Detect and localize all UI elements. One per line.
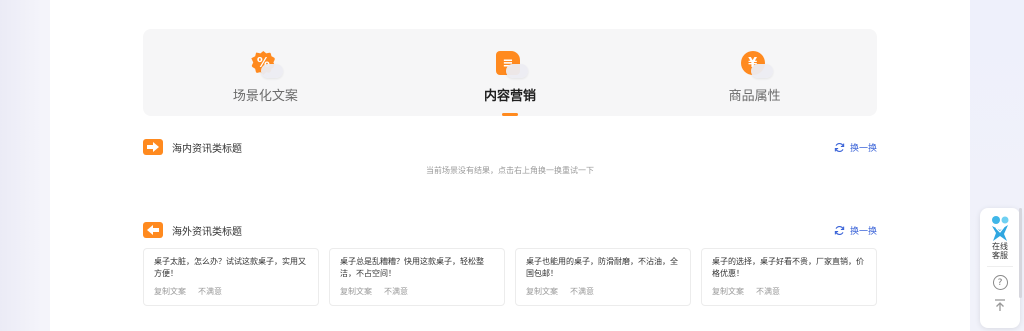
- refresh-icon: [834, 225, 845, 235]
- online-service-button[interactable]: 在线客服: [987, 214, 1013, 260]
- copy-card: 桌子的选择，桌子好看不贵，厂家直销，价格优惠！ 复制文案 不满意: [701, 248, 877, 306]
- copy-text-button[interactable]: 复制文案: [526, 286, 558, 297]
- refresh-icon: [834, 142, 845, 152]
- copy-text-button[interactable]: 复制文案: [340, 286, 372, 297]
- help-icon[interactable]: ?: [992, 275, 1008, 290]
- arrow-right-icon: [143, 139, 163, 155]
- tab-label: 场景化文案: [232, 89, 298, 104]
- arrow-left-icon: [143, 222, 163, 238]
- copy-card-list: 桌子太脏，怎么办？试试这款桌子，实用又方便！ 复制文案 不满意 桌子总是乱糟糟？…: [143, 248, 877, 306]
- dislike-button[interactable]: 不满意: [384, 286, 408, 297]
- copy-card: 桌子太脏，怎么办？试试这款桌子，实用又方便！ 复制文案 不满意: [143, 248, 319, 306]
- card-text: 桌子的选择，桌子好看不贵，厂家直销，价格优惠！: [712, 257, 864, 278]
- domestic-section-header: 海内资讯类标题 换一换: [143, 137, 877, 157]
- card-text: 桌子也能用的桌子，防滑耐磨，不沾油，全国包邮！: [526, 257, 678, 278]
- percent-badge-icon: %: [247, 48, 284, 82]
- empty-result-message: 当前场景没有结果，点击右上角换一换重试一下: [426, 166, 594, 175]
- card-text: 桌子太脏，怎么办？试试这款桌子，实用又方便！: [154, 257, 306, 278]
- refresh-label: 换一换: [849, 143, 877, 154]
- tab-label: 商品属性: [728, 89, 781, 104]
- refresh-button[interactable]: 换一换: [834, 141, 877, 154]
- section-title: 海内资讯类标题: [172, 143, 242, 155]
- yuan-coin-icon: ¥: [737, 48, 773, 82]
- copy-text-button[interactable]: 复制文案: [154, 286, 186, 297]
- refresh-label: 换一换: [849, 226, 877, 237]
- copy-text-button[interactable]: 复制文案: [712, 286, 744, 297]
- customer-service-icon: [992, 216, 1009, 241]
- refresh-button[interactable]: 换一换: [834, 224, 877, 237]
- active-tab-indicator: [502, 113, 518, 116]
- card-text: 桌子总是乱糟糟？快用这款桌子，轻松整洁，不占空间！: [340, 257, 484, 278]
- dislike-button[interactable]: 不满意: [198, 286, 222, 297]
- category-tabs: % 场景化文案 ≡ 内容营销 ¥ 商品属性: [143, 29, 877, 116]
- tab-label: 内容营销: [484, 89, 537, 104]
- scrollbar-thumb[interactable]: [1019, 208, 1022, 298]
- dislike-button[interactable]: 不满意: [570, 286, 594, 297]
- section-title: 海外资讯类标题: [172, 226, 242, 238]
- overseas-section-header: 海外资讯类标题 换一换: [143, 220, 877, 240]
- copy-card: 桌子总是乱糟糟？快用这款桌子，轻松整洁，不占空间！ 复制文案 不满意: [329, 248, 505, 306]
- divider: [987, 266, 1013, 267]
- tab-scene-copy[interactable]: % 场景化文案: [143, 29, 388, 116]
- back-to-top-icon[interactable]: [993, 298, 1007, 312]
- dislike-button[interactable]: 不满意: [756, 286, 780, 297]
- document-edit-icon: ≡: [492, 48, 528, 82]
- online-service-label: 在线客服: [992, 242, 1008, 260]
- floating-service-widget: 在线客服 ?: [980, 208, 1020, 328]
- tab-content-marketing[interactable]: ≡ 内容营销: [388, 29, 633, 116]
- copy-card: 桌子也能用的桌子，防滑耐磨，不沾油，全国包邮！ 复制文案 不满意: [515, 248, 691, 306]
- tab-product-attributes[interactable]: ¥ 商品属性: [632, 29, 877, 116]
